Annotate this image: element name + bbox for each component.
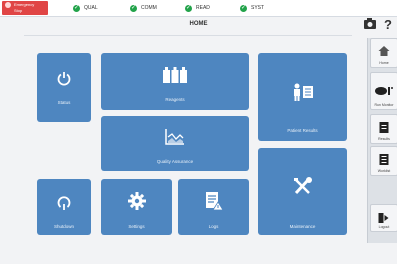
emergency-icon bbox=[5, 2, 11, 8]
shutdown-tile-label: Shutdown bbox=[53, 224, 74, 229]
settings-tile[interactable]: Settings bbox=[101, 179, 172, 235]
status-read-label: READ bbox=[196, 5, 210, 11]
wrench-screwdriver-icon bbox=[293, 177, 313, 200]
status-syst-label: SYST bbox=[251, 5, 265, 11]
status-comm[interactable]: ✓ COMM bbox=[130, 4, 157, 12]
page-title: HOME bbox=[189, 21, 208, 27]
run-monitor-icon bbox=[375, 83, 393, 101]
top-status-bar: Emergency Stop ✓ QUAL ✓ COMM ✓ READ ✓ SY… bbox=[0, 0, 397, 17]
results-icon bbox=[379, 120, 389, 138]
sidebar-item-home[interactable]: Home bbox=[370, 38, 397, 68]
sidebar-item-logout[interactable]: Logout bbox=[370, 204, 397, 232]
emergency-stop-button[interactable]: Emergency Stop bbox=[2, 1, 48, 15]
sidebar-item-run-monitor[interactable]: Run Monitor bbox=[370, 72, 397, 110]
check-icon: ✓ bbox=[240, 4, 247, 12]
sidebar-item-label: Logout bbox=[378, 225, 390, 229]
status-tile[interactable]: Status bbox=[37, 53, 91, 122]
maintenance-tile[interactable]: Maintenance bbox=[258, 148, 347, 235]
status-read[interactable]: ✓ READ bbox=[185, 4, 210, 12]
check-icon: ✓ bbox=[130, 4, 137, 12]
status-tile-label: Status bbox=[57, 100, 71, 105]
sidebar-item-results[interactable]: Results bbox=[370, 114, 397, 144]
camera-icon[interactable] bbox=[364, 18, 378, 32]
home-icon bbox=[378, 43, 390, 61]
patient-results-tile[interactable]: Patient Results bbox=[258, 53, 347, 141]
sidebar-item-label: Home bbox=[379, 61, 389, 65]
reagents-icon bbox=[162, 66, 188, 89]
status-qual[interactable]: ✓ QUAL bbox=[73, 4, 98, 12]
patient-results-icon bbox=[292, 83, 314, 106]
status-comm-label: COMM bbox=[141, 5, 157, 11]
power-icon bbox=[57, 71, 71, 91]
check-icon: ✓ bbox=[73, 4, 80, 12]
settings-tile-label: Settings bbox=[128, 224, 145, 229]
status-qual-label: QUAL bbox=[84, 5, 98, 11]
logs-tile[interactable]: Logs bbox=[178, 179, 249, 235]
quality-assurance-tile[interactable]: Quality Assurance bbox=[101, 116, 249, 171]
quality-assurance-tile-label: Quality Assurance bbox=[156, 159, 194, 164]
sidebar-item-worklist[interactable]: Worklist bbox=[370, 146, 397, 176]
worklist-icon bbox=[379, 152, 389, 170]
emergency-line2: Stop bbox=[14, 8, 23, 13]
sidebar-item-label: Results bbox=[378, 137, 390, 141]
title-divider bbox=[24, 35, 352, 36]
sidebar-item-label: Worklist bbox=[377, 169, 391, 173]
shutdown-tile[interactable]: Shutdown bbox=[37, 179, 91, 235]
status-syst[interactable]: ✓ SYST bbox=[240, 4, 264, 12]
log-warning-icon bbox=[204, 191, 224, 216]
shutdown-icon bbox=[57, 196, 71, 216]
chart-icon bbox=[165, 129, 185, 150]
logs-tile-label: Logs bbox=[208, 224, 219, 229]
patient-results-tile-label: Patient Results bbox=[287, 128, 318, 133]
gear-icon bbox=[127, 192, 146, 215]
check-icon: ✓ bbox=[185, 4, 192, 12]
reagents-tile-label: Reagents bbox=[165, 97, 185, 102]
help-icon[interactable]: ? bbox=[384, 17, 392, 32]
sidebar-item-label: Run Monitor bbox=[374, 103, 394, 107]
emergency-line1: Emergency bbox=[14, 2, 35, 8]
maintenance-tile-label: Maintenance bbox=[289, 224, 316, 229]
reagents-tile[interactable]: Reagents bbox=[101, 53, 249, 110]
right-sidebar: Home Run Monitor Results Worklist Logout bbox=[367, 38, 397, 243]
